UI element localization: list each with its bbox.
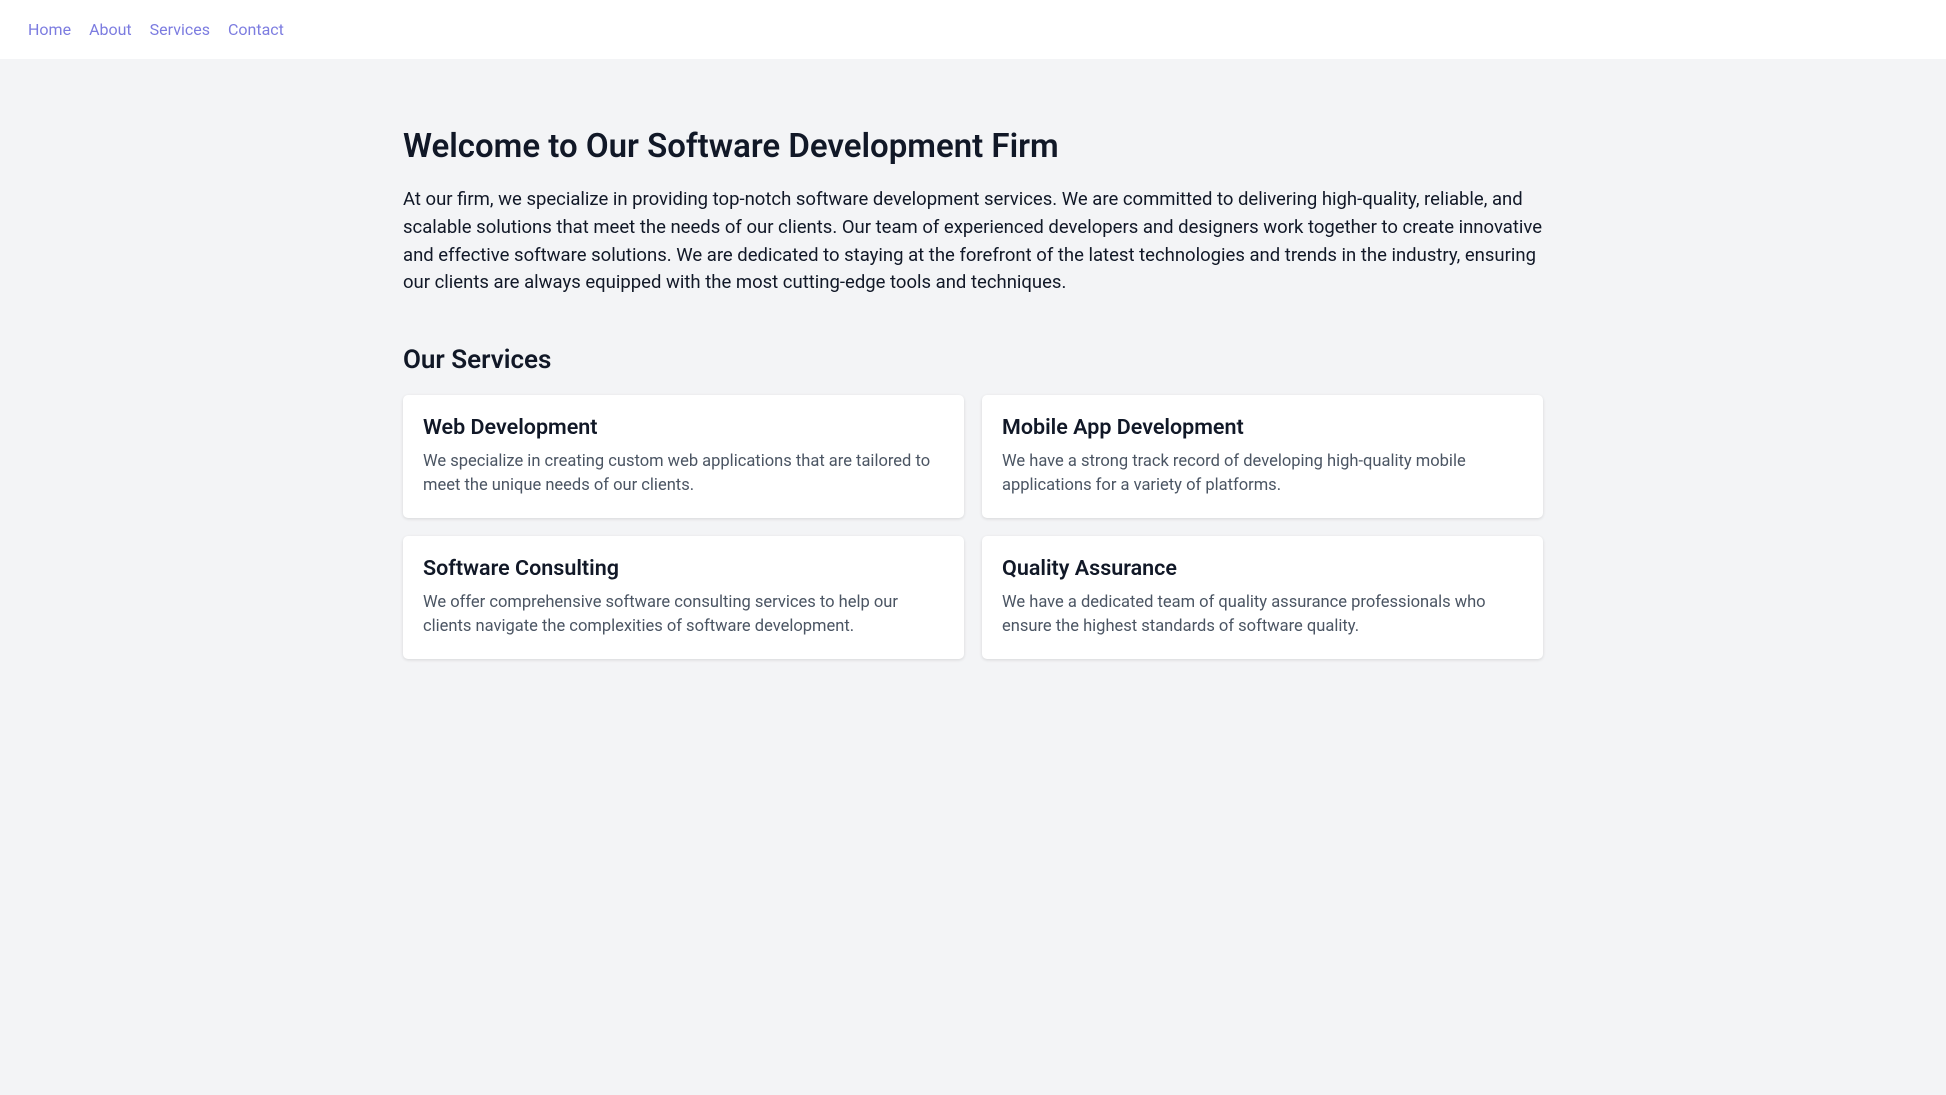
service-card-description: We have a dedicated team of quality assu… (1002, 591, 1523, 639)
page-title: Welcome to Our Software Development Firm (403, 127, 1543, 166)
services-section: Our Services Web Development We speciali… (403, 345, 1543, 659)
service-card-qa: Quality Assurance We have a dedicated te… (982, 536, 1543, 659)
hero-section: Welcome to Our Software Development Firm… (403, 127, 1543, 297)
main-content: Welcome to Our Software Development Firm… (403, 59, 1543, 727)
service-card-description: We specialize in creating custom web app… (423, 450, 944, 498)
nav-item-contact: Contact (228, 20, 284, 39)
nav-link-home[interactable]: Home (28, 20, 71, 39)
service-card-consulting: Software Consulting We offer comprehensi… (403, 536, 964, 659)
nav-item-about: About (89, 20, 132, 39)
service-card-title: Quality Assurance (1002, 556, 1523, 581)
nav-link-services[interactable]: Services (150, 20, 210, 39)
services-grid: Web Development We specialize in creatin… (403, 395, 1543, 659)
service-card-title: Mobile App Development (1002, 415, 1523, 440)
service-card-title: Web Development (423, 415, 944, 440)
service-card-title: Software Consulting (423, 556, 944, 581)
service-card-description: We offer comprehensive software consulti… (423, 591, 944, 639)
nav-item-services: Services (150, 20, 210, 39)
services-title: Our Services (403, 345, 1543, 375)
nav-list: Home About Services Contact (28, 20, 1918, 39)
service-card-web-development: Web Development We specialize in creatin… (403, 395, 964, 518)
nav-link-contact[interactable]: Contact (228, 20, 284, 39)
hero-description: At our firm, we specialize in providing … (403, 186, 1543, 297)
nav-link-about[interactable]: About (89, 20, 132, 39)
service-card-description: We have a strong track record of develop… (1002, 450, 1523, 498)
nav-item-home: Home (28, 20, 71, 39)
service-card-mobile-app: Mobile App Development We have a strong … (982, 395, 1543, 518)
navigation: Home About Services Contact (0, 0, 1946, 59)
